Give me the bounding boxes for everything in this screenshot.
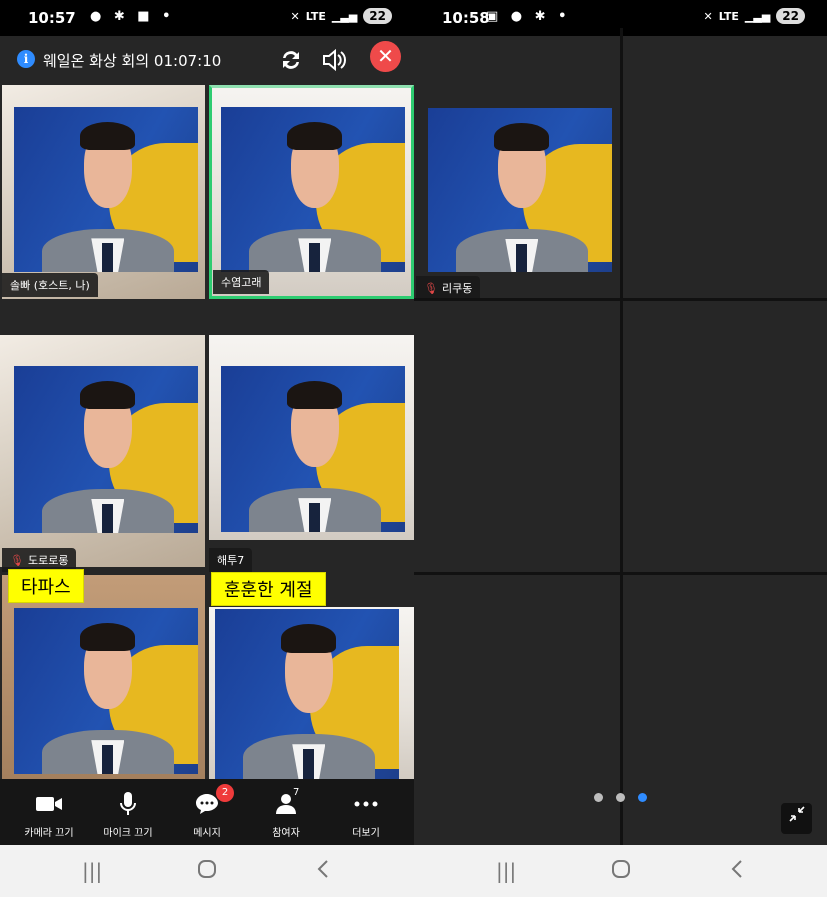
microphone-icon: [88, 791, 168, 817]
battery-indicator: 22: [363, 8, 392, 24]
participant-photo: [215, 609, 399, 779]
status-bar: 10:57 ● ✱ ■ • ✕ LTE ▁▃▅ 22: [0, 0, 414, 36]
participant-photo: [428, 108, 612, 272]
participant-photo: [221, 366, 405, 532]
mic-off-button[interactable]: 마이크 끄기: [88, 779, 168, 845]
participant-name-label: 솔빠 (호스트, 나): [2, 273, 98, 297]
back-icon[interactable]: [316, 859, 330, 884]
grid-divider: [620, 28, 623, 845]
page-indicator-dot[interactable]: [594, 793, 603, 802]
participant-name-highlight: 타파스: [8, 569, 84, 603]
mic-off-icon: 🎙︎: [10, 554, 24, 567]
participant-photo: [14, 608, 198, 774]
participants-button[interactable]: 7 참여자: [246, 779, 326, 845]
status-time: 10:58: [442, 9, 490, 27]
meeting-title: 웨일온 화상 회의 01:07:10: [43, 50, 221, 71]
page-indicator-dot[interactable]: [616, 793, 625, 802]
meeting-header: i 웨일온 화상 회의 01:07:10: [0, 36, 414, 84]
recent-apps-icon[interactable]: |||: [82, 859, 102, 883]
participant-count: 7: [293, 787, 300, 798]
video-tile[interactable]: [0, 335, 205, 567]
participant-name-highlight: 훈훈한 계절: [211, 572, 326, 606]
info-icon[interactable]: i: [17, 50, 35, 68]
mute-icon: ✕: [290, 9, 300, 23]
signal-icon: ▁▃▅: [331, 9, 358, 23]
right-screen: 10:58 ▣ ● ✱ • ✕ LTE ▁▃▅ 22 🎙︎ 리쿠동 |||: [414, 0, 827, 897]
participant-photo: [14, 366, 198, 533]
grid-divider: [414, 572, 827, 575]
more-dots-icon: [326, 791, 406, 817]
android-nav-bar: |||: [0, 845, 414, 897]
mute-icon: ✕: [703, 9, 713, 23]
notification-icons: ● ✱ ■ •: [90, 9, 175, 24]
android-nav-bar: |||: [414, 845, 827, 897]
network-label: LTE: [718, 9, 739, 23]
minimize-icon[interactable]: [781, 803, 812, 834]
video-camera-icon: [9, 791, 89, 817]
participant-name-label: 🎙︎ 리쿠동: [416, 276, 481, 298]
back-icon[interactable]: [730, 859, 744, 884]
home-icon[interactable]: [611, 859, 631, 884]
switch-camera-icon[interactable]: [277, 46, 305, 74]
meeting-toolbar: 카메라 끄기 마이크 끄기 2 메시지 7 참여자 더보기: [0, 779, 414, 845]
end-meeting-button[interactable]: ✕: [370, 41, 401, 72]
video-tile[interactable]: 수염고래: [209, 85, 414, 299]
video-tile[interactable]: [2, 575, 205, 779]
video-tile[interactable]: 🎙︎ 리쿠동: [414, 36, 620, 298]
person-icon: [246, 791, 326, 817]
page-indicator-dot-active[interactable]: [638, 793, 647, 802]
video-tile[interactable]: 솔빠 (호스트, 나): [2, 85, 205, 299]
meeting-name: 웨일온 화상 회의: [43, 52, 150, 70]
video-tile[interactable]: [209, 607, 414, 779]
home-icon[interactable]: [197, 859, 217, 884]
unread-badge: 2: [216, 784, 234, 802]
status-icons: ✕ LTE ▁▃▅ 22: [290, 8, 392, 24]
network-label: LTE: [305, 9, 326, 23]
meeting-timer: 01:07:10: [153, 52, 222, 70]
grid-divider: [414, 298, 827, 301]
participant-photo: [221, 107, 405, 272]
participant-name-label: 해투7: [209, 548, 253, 572]
status-time: 10:57: [28, 9, 76, 27]
more-button[interactable]: 더보기: [326, 779, 406, 845]
signal-icon: ▁▃▅: [744, 9, 771, 23]
speaker-icon[interactable]: [320, 46, 348, 74]
chat-bubble-icon: [167, 791, 247, 817]
recent-apps-icon[interactable]: |||: [496, 859, 516, 883]
notification-icons: ▣ ● ✱ •: [486, 9, 571, 24]
participant-name-label: 수염고래: [213, 270, 270, 294]
participant-photo: [14, 107, 198, 272]
left-screen: 10:57 ● ✱ ■ • ✕ LTE ▁▃▅ 22 i 웨일온 화상 회의 0…: [0, 0, 414, 897]
status-icons: ✕ LTE ▁▃▅ 22: [703, 8, 805, 24]
battery-indicator: 22: [776, 8, 805, 24]
camera-off-button[interactable]: 카메라 끄기: [9, 779, 89, 845]
message-button[interactable]: 2 메시지: [167, 779, 247, 845]
video-tile[interactable]: [209, 335, 414, 540]
mic-off-icon: 🎙︎: [424, 282, 438, 295]
